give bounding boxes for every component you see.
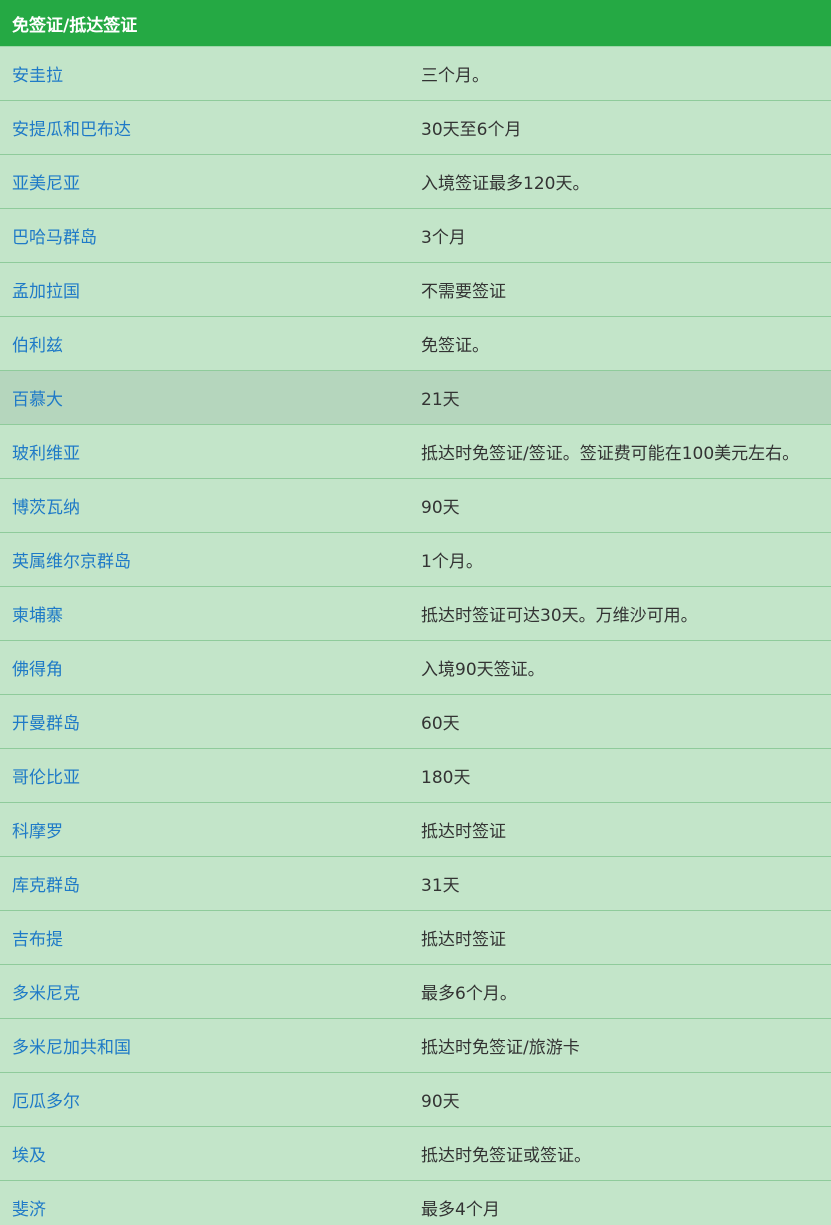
country-link[interactable]: 吉布提 — [0, 925, 409, 950]
country-link[interactable]: 安提瓜和巴布达 — [0, 115, 409, 140]
table-row: 多米尼加共和国 抵达时免签证/旅游卡 — [0, 1019, 831, 1073]
visa-policy-text: 入境90天签证。 — [421, 660, 545, 680]
visa-policy-text: 180天 — [421, 768, 471, 788]
visa-policy-text: 抵达时免签证/旅游卡 — [421, 1038, 580, 1058]
table-header-title: 免签证/抵达签证 — [12, 15, 138, 36]
visa-policy-text: 三个月。 — [421, 66, 489, 86]
visa-table: 免签证/抵达签证 安圭拉 三个月。 安提瓜和巴布达 30天至6个月 亚美尼亚 入境签证… — [0, 0, 831, 1225]
table-row: 安提瓜和巴布达 30天至6个月 — [0, 101, 831, 155]
country-link[interactable]: 多米尼加共和国 — [0, 1033, 409, 1058]
table-row: 孟加拉国 不需要签证 — [0, 263, 831, 317]
table-row: 博茨瓦纳 90天 — [0, 479, 831, 533]
visa-policy-text: 抵达时签证可达30天。万维沙可用。 — [421, 606, 698, 626]
country-link[interactable]: 玻利维亚 — [0, 439, 409, 464]
table-row: 玻利维亚 抵达时免签证/签证。签证费可能在100美元左右。 — [0, 425, 831, 479]
table-header: 免签证/抵达签证 — [0, 0, 831, 47]
table-row: 亚美尼亚 入境签证最多120天。 — [0, 155, 831, 209]
country-link[interactable]: 开曼群岛 — [0, 709, 409, 734]
visa-policy-text: 不需要签证 — [421, 282, 506, 302]
visa-policy-text: 最多6个月。 — [421, 984, 517, 1004]
visa-policy-text: 21天 — [421, 390, 460, 410]
table-row: 柬埔寨 抵达时签证可达30天。万维沙可用。 — [0, 587, 831, 641]
visa-policy-text: 30天至6个月 — [421, 120, 522, 140]
table-row: 多米尼克 最多6个月。 — [0, 965, 831, 1019]
visa-policy-text: 90天 — [421, 1092, 460, 1112]
country-link[interactable]: 哥伦比亚 — [0, 763, 409, 788]
visa-policy-text: 入境签证最多120天。 — [421, 174, 590, 194]
table-row: 埃及 抵达时免签证或签证。 — [0, 1127, 831, 1181]
table-row: 安圭拉 三个月。 — [0, 47, 831, 101]
table-row: 科摩罗 抵达时签证 — [0, 803, 831, 857]
country-link[interactable]: 斐济 — [0, 1195, 409, 1220]
country-link[interactable]: 多米尼克 — [0, 979, 409, 1004]
table-row: 佛得角 入境90天签证。 — [0, 641, 831, 695]
country-link[interactable]: 英属维尔京群岛 — [0, 547, 409, 572]
country-link[interactable]: 巴哈马群岛 — [0, 223, 409, 248]
table-row: 哥伦比亚 180天 — [0, 749, 831, 803]
country-link[interactable]: 博茨瓦纳 — [0, 493, 409, 518]
visa-policy-text: 3个月 — [421, 228, 466, 248]
table-row: 斐济 最多4个月 — [0, 1181, 831, 1225]
table-row: 库克群岛 31天 — [0, 857, 831, 911]
table-row: 吉布提 抵达时签证 — [0, 911, 831, 965]
visa-policy-text: 抵达时免签证或签证。 — [421, 1146, 591, 1166]
table-row-hovered: 百慕大 21天 — [0, 371, 831, 425]
visa-policy-text: 31天 — [421, 876, 460, 896]
country-link[interactable]: 百慕大 — [0, 385, 409, 410]
table-row: 开曼群岛 60天 — [0, 695, 831, 749]
country-link[interactable]: 亚美尼亚 — [0, 169, 409, 194]
table-row: 伯利兹 免签证。 — [0, 317, 831, 371]
table-row: 英属维尔京群岛 1个月。 — [0, 533, 831, 587]
table-row: 厄瓜多尔 90天 — [0, 1073, 831, 1127]
table-row: 巴哈马群岛 3个月 — [0, 209, 831, 263]
country-link[interactable]: 柬埔寨 — [0, 601, 409, 626]
country-link[interactable]: 伯利兹 — [0, 331, 409, 356]
visa-policy-text: 抵达时免签证/签证。签证费可能在100美元左右。 — [421, 444, 800, 464]
country-link[interactable]: 佛得角 — [0, 655, 409, 680]
country-link[interactable]: 孟加拉国 — [0, 277, 409, 302]
country-link[interactable]: 埃及 — [0, 1141, 409, 1166]
visa-policy-text: 最多4个月 — [421, 1200, 500, 1220]
visa-policy-text: 抵达时签证 — [421, 930, 506, 950]
country-link[interactable]: 科摩罗 — [0, 817, 409, 842]
country-link[interactable]: 库克群岛 — [0, 871, 409, 896]
country-link[interactable]: 厄瓜多尔 — [0, 1087, 409, 1112]
visa-policy-text: 1个月。 — [421, 552, 483, 572]
visa-policy-text: 60天 — [421, 714, 460, 734]
visa-policy-text: 90天 — [421, 498, 460, 518]
table-body: 安圭拉 三个月。 安提瓜和巴布达 30天至6个月 亚美尼亚 入境签证最多120天。 巴… — [0, 47, 831, 1225]
visa-policy-text: 抵达时签证 — [421, 822, 506, 842]
country-link[interactable]: 安圭拉 — [0, 61, 409, 86]
visa-policy-text: 免签证。 — [421, 336, 489, 356]
